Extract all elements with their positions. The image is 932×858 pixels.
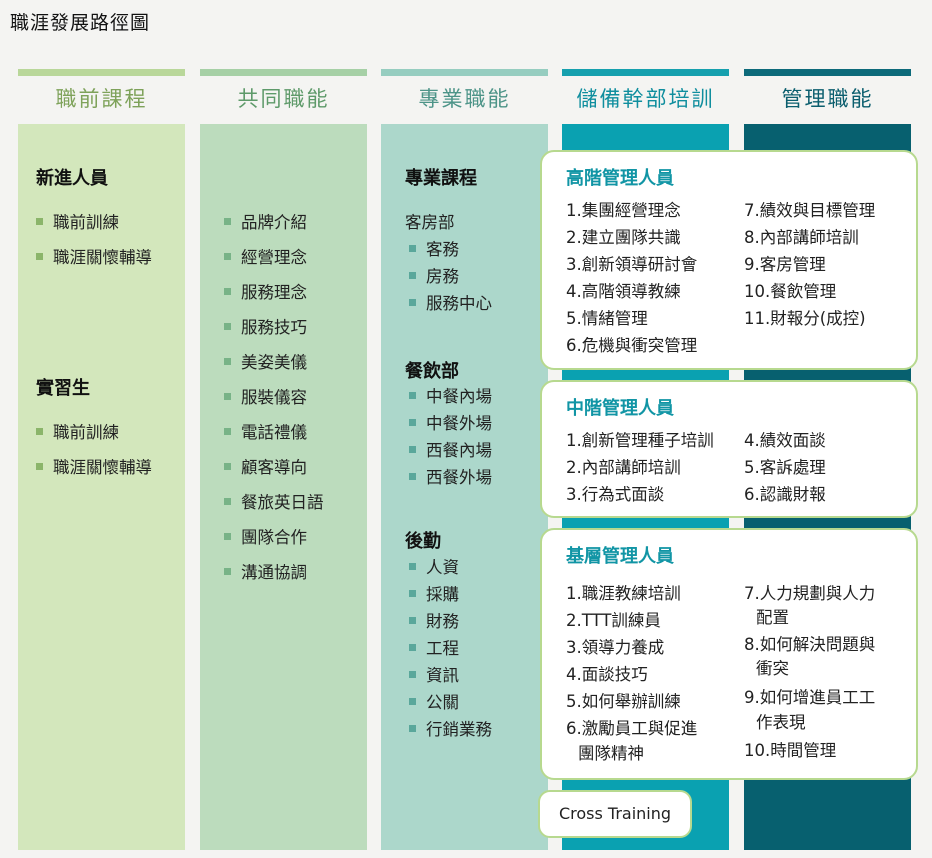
course-item-continued: 團隊精神 (578, 744, 644, 763)
list-item: 經營理念 (224, 244, 307, 268)
list-item: 房務 (409, 263, 459, 287)
course-item: 6.認識財報 (744, 485, 826, 504)
list-item: 資訊 (409, 662, 459, 686)
list-item: 公關 (409, 689, 459, 713)
course-item: 8.如何解決問題與 (744, 635, 876, 654)
list-item: 品牌介紹 (224, 209, 307, 233)
column-title: 職前課程 (55, 87, 148, 111)
section-title-intern: 實習生 (36, 378, 90, 399)
course-item: 5.如何舉辦訓練 (566, 692, 681, 711)
list-item: 服裝儀容 (224, 384, 307, 408)
column-common: 共同職能 品牌介紹 經營理念 服務理念 服務技巧 美姿美儀 服裝儀容 電話禮儀 … (200, 69, 367, 850)
cross-training-box: Cross Training (538, 790, 692, 838)
list-item: 職涯關懷輔導 (36, 244, 152, 268)
card-senior-management: 高階管理人員 1.集團經營理念 2.建立團隊共識 3.創新領導研討會 4.高階領… (540, 150, 918, 370)
course-item: 9.如何增進員工工 (744, 688, 876, 707)
list-item: 中餐外場 (409, 410, 492, 434)
column-top-bar (744, 69, 911, 76)
course-item: 6.激勵員工與促進 (566, 719, 698, 738)
list-item: 團隊合作 (224, 524, 307, 548)
card-title: 高階管理人員 (566, 168, 674, 189)
page-title: 職涯發展路徑圖 (10, 12, 151, 34)
column-title: 共同職能 (237, 87, 330, 111)
course-item: 4.績效面談 (744, 431, 826, 450)
course-item: 10.餐飲管理 (744, 282, 837, 301)
column-title: 儲備幹部培訓 (576, 87, 715, 111)
column-pre-job: 職前課程 新進人員 職前訓練 職涯關懷輔導 實習生 職前訓練 職涯關懷輔導 (18, 69, 185, 850)
list-item: 西餐內場 (409, 437, 492, 461)
course-item: 2.內部講師培訓 (566, 458, 681, 477)
list-item: 電話禮儀 (224, 419, 307, 443)
course-item: 5.情緒管理 (566, 309, 648, 328)
column-top-bar (18, 69, 185, 76)
course-item: 3.創新領導研討會 (566, 255, 698, 274)
course-item: 7.人力規劃與人力 (744, 584, 876, 603)
list-item: 客務 (409, 236, 459, 260)
list-item: 人資 (409, 554, 459, 578)
column-top-bar (200, 69, 367, 76)
course-item: 1.集團經營理念 (566, 201, 681, 220)
course-item: 5.客訴處理 (744, 458, 826, 477)
course-item: 2.TTT訓練員 (566, 611, 661, 630)
card-title: 基層管理人員 (566, 546, 674, 567)
column-top-bar (381, 69, 548, 76)
list-item: 溝通協調 (224, 559, 307, 583)
course-item: 9.客房管理 (744, 255, 826, 274)
column-body: 品牌介紹 經營理念 服務理念 服務技巧 美姿美儀 服裝儀容 電話禮儀 顧客導向 … (200, 124, 367, 850)
list-item: 工程 (409, 635, 459, 659)
course-item: 2.建立團隊共識 (566, 228, 681, 247)
list-item: 職前訓練 (36, 209, 119, 233)
dept-title-backoffice: 後勤 (405, 531, 441, 552)
column-management: 管理職能 (744, 69, 911, 850)
section-title-professional: 專業課程 (405, 168, 477, 189)
column-title: 專業職能 (418, 87, 511, 111)
list-item: 服務理念 (224, 279, 307, 303)
list-item: 餐旅英日語 (224, 489, 324, 513)
column-top-bar (562, 69, 729, 76)
column-professional: 專業職能 專業課程 客房部 客務 房務 服務中心 餐飲部 中餐內場 中餐外場 西… (381, 69, 548, 850)
course-item-continued: 作表現 (756, 713, 806, 732)
course-item-continued: 衝突 (756, 659, 789, 678)
course-item: 6.危機與衝突管理 (566, 336, 698, 355)
list-item: 顧客導向 (224, 454, 307, 478)
course-item: 3.領導力養成 (566, 638, 665, 657)
list-item: 職前訓練 (36, 419, 119, 443)
course-item: 4.面談技巧 (566, 665, 648, 684)
card-title: 中階管理人員 (566, 398, 674, 419)
dept-title-fnb: 餐飲部 (405, 361, 459, 382)
list-item: 職涯關懷輔導 (36, 454, 152, 478)
list-item: 財務 (409, 608, 459, 632)
section-title-new-staff: 新進人員 (36, 168, 108, 189)
column-title: 管理職能 (781, 87, 874, 111)
list-item: 中餐內場 (409, 383, 492, 407)
column-body: 專業課程 客房部 客務 房務 服務中心 餐飲部 中餐內場 中餐外場 西餐內場 西… (381, 124, 548, 850)
course-item: 10.時間管理 (744, 741, 837, 760)
course-item-continued: 配置 (756, 608, 789, 627)
list-item: 西餐外場 (409, 464, 492, 488)
list-item: 採購 (409, 581, 459, 605)
course-item: 1.創新管理種子培訓 (566, 431, 714, 450)
course-item: 7.績效與目標管理 (744, 201, 876, 220)
course-item: 1.職涯教練培訓 (566, 584, 681, 603)
list-item: 美姿美儀 (224, 349, 307, 373)
course-item: 3.行為式面談 (566, 485, 665, 504)
dept-title-rooms: 客房部 (405, 213, 455, 232)
course-item: 4.高階領導教練 (566, 282, 681, 301)
course-item: 11.財報分(成控) (744, 309, 866, 328)
course-item: 8.內部講師培訓 (744, 228, 859, 247)
column-reserve-cadre: 儲備幹部培訓 (562, 69, 729, 850)
column-body: 新進人員 職前訓練 職涯關懷輔導 實習生 職前訓練 職涯關懷輔導 (18, 124, 185, 850)
list-item: 服務技巧 (224, 314, 307, 338)
list-item: 服務中心 (409, 290, 492, 314)
card-middle-management: 中階管理人員 1.創新管理種子培訓 2.內部講師培訓 3.行為式面談 4.績效面… (540, 380, 918, 518)
card-basic-management: 基層管理人員 1.職涯教練培訓 2.TTT訓練員 3.領導力養成 4.面談技巧 … (540, 528, 918, 780)
list-item: 行銷業務 (409, 716, 492, 740)
